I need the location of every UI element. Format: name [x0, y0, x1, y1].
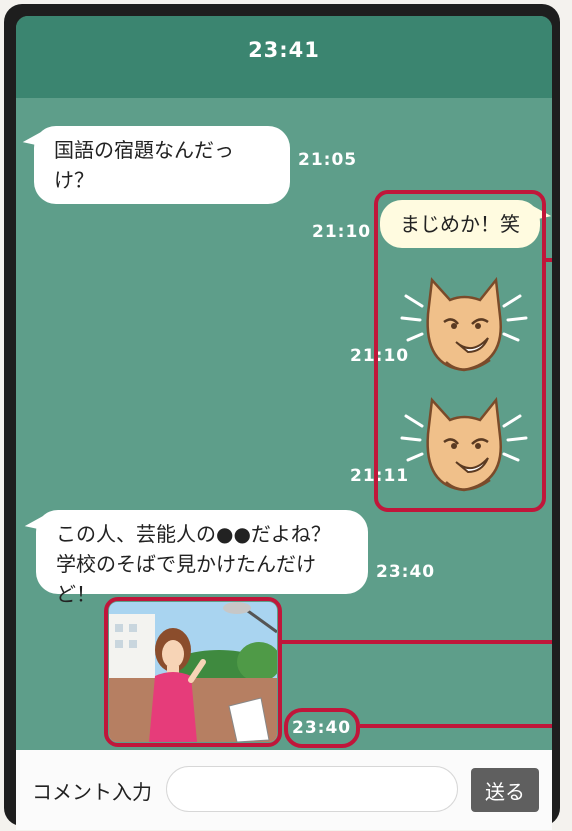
send-button[interactable]: 送る: [471, 768, 539, 812]
annotation-leader-line: [546, 258, 552, 262]
annotation-leader-line: [282, 640, 552, 644]
comment-input[interactable]: [166, 766, 458, 812]
annotation-leader-line: [360, 724, 552, 728]
phone-frame: 23:41 国語の宿題なんだっけ？ 21:05 まじめか！笑 21:10 21:…: [4, 4, 560, 830]
message-text: 国語の宿題なんだっけ？: [54, 138, 234, 192]
sent-messages-highlight: [374, 190, 546, 512]
comment-input-label: コメント入力: [32, 780, 152, 804]
message-time: 21:05: [298, 150, 358, 170]
status-clock: 23:41: [248, 38, 320, 62]
message-text-line: この人、芸能人の●●だよね？: [56, 522, 331, 546]
time-highlight: [284, 708, 360, 748]
input-bar: コメント入力 送る: [16, 750, 552, 830]
message-list[interactable]: 国語の宿題なんだっけ？ 21:05 まじめか！笑 21:10 21:10 21:…: [16, 98, 552, 750]
chat-screen: 23:41 国語の宿題なんだっけ？ 21:05 まじめか！笑 21:10 21:…: [16, 16, 552, 830]
message-bubble-received[interactable]: この人、芸能人の●●だよね？ 学校のそばで見かけたんだけど！: [36, 510, 368, 606]
chat-header: 23:41: [16, 16, 552, 98]
message-time: 21:10: [312, 222, 372, 242]
message-bubble-received[interactable]: 国語の宿題なんだっけ？: [34, 126, 290, 204]
message-time: 23:40: [376, 562, 436, 582]
photo-highlight: [104, 597, 282, 747]
